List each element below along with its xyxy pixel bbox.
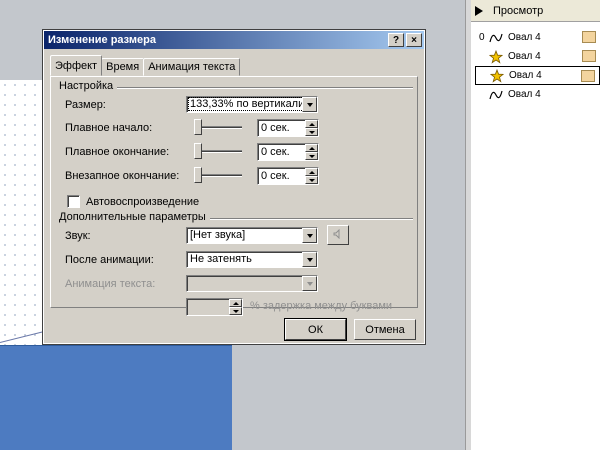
sound-dropdown-button[interactable]	[302, 228, 317, 243]
smooth-start-spinner[interactable]: 0 сек.	[257, 119, 319, 137]
text-animation-dropdown[interactable]	[186, 275, 318, 292]
motion-path-icon	[488, 31, 504, 45]
arrow-down-icon	[308, 178, 315, 182]
spin-down-button[interactable]	[229, 307, 242, 315]
dialog-title: Изменение размера	[48, 34, 156, 46]
dialog-title-bar[interactable]: Изменение размера ? ×	[44, 31, 424, 49]
timing-bar	[581, 70, 595, 82]
sound-volume-button[interactable]	[327, 225, 349, 245]
smooth-end-spinner[interactable]: 0 сек.	[257, 143, 319, 161]
smooth-end-value: 0 сек.	[261, 146, 290, 158]
settings-group-title: Настройка	[59, 80, 118, 92]
animation-item-1[interactable]: 0 Овал 4	[471, 28, 600, 47]
animation-item-3[interactable]: Овал 4	[475, 66, 600, 85]
size-value: 133,33% по вертикали	[187, 97, 307, 111]
after-animation-label: После анимации:	[65, 254, 154, 266]
chevron-down-icon	[306, 281, 313, 286]
chevron-down-icon	[306, 102, 313, 107]
autoreverse-checkbox[interactable]	[67, 195, 80, 208]
tab-effect[interactable]: Эффект	[50, 55, 103, 76]
close-button[interactable]: ×	[406, 33, 422, 47]
sudden-end-slider[interactable]	[194, 167, 202, 183]
size-dropdown-button[interactable]	[302, 97, 317, 112]
smooth-end-spin-buttons	[305, 144, 318, 160]
arrow-down-icon	[308, 154, 315, 158]
timing-bar	[582, 31, 596, 43]
motion-path-icon	[488, 88, 504, 102]
play-icon	[475, 5, 483, 16]
preview-toolbar: Просмотр	[471, 0, 600, 22]
arrow-up-icon	[308, 170, 315, 174]
smooth-start-label: Плавное начало:	[65, 122, 153, 134]
after-animation-dropdown-button[interactable]	[302, 252, 317, 267]
spin-up-button[interactable]	[229, 299, 242, 307]
settings-group-line	[103, 87, 413, 89]
spin-up-button[interactable]	[305, 120, 318, 128]
sound-value: [Нет звука]	[190, 229, 246, 241]
sudden-end-label: Внезапное окончание:	[65, 170, 180, 182]
help-button[interactable]: ?	[388, 33, 404, 47]
after-animation-value: Не затенять	[190, 253, 252, 265]
animation-label: Овал 4	[508, 32, 541, 43]
tab-timing[interactable]: Время	[101, 58, 145, 76]
animation-list: 0 Овал 4 Овал 4 Овал 4 Овал 4	[471, 22, 600, 104]
sudden-end-spin-buttons	[305, 168, 318, 184]
speaker-icon	[333, 228, 343, 242]
arrow-up-icon	[232, 301, 239, 305]
arrow-up-icon	[308, 122, 315, 126]
spin-down-button[interactable]	[305, 152, 318, 160]
animation-label: Овал 4	[508, 89, 541, 100]
arrow-up-icon	[308, 146, 315, 150]
extra-group-line	[205, 218, 413, 220]
letter-delay-spinner[interactable]	[186, 298, 243, 316]
spin-up-button[interactable]	[305, 144, 318, 152]
star-effect-icon	[488, 49, 504, 64]
letter-delay-label: % задержка между буквами	[250, 300, 393, 312]
sound-dropdown[interactable]: [Нет звука]	[186, 227, 318, 244]
after-animation-dropdown[interactable]: Не затенять	[186, 251, 318, 268]
slide-blue-shape[interactable]	[0, 345, 232, 450]
smooth-start-spin-buttons	[305, 120, 318, 136]
cancel-button[interactable]: Отмена	[354, 319, 416, 340]
arrow-down-icon	[232, 309, 239, 313]
animation-label: Овал 4	[509, 70, 542, 81]
smooth-start-slider[interactable]	[194, 119, 202, 135]
resize-effect-dialog: Изменение размера ? × Эффект Время Анима…	[42, 29, 426, 345]
motion-path-line	[0, 331, 43, 343]
sudden-end-spinner[interactable]: 0 сек.	[257, 167, 319, 185]
autoreverse-label: Автовоспроизведение	[86, 196, 200, 208]
spin-down-button[interactable]	[305, 128, 318, 136]
arrow-down-icon	[308, 130, 315, 134]
spin-down-button[interactable]	[305, 176, 318, 184]
timing-bar	[582, 50, 596, 62]
text-animation-label: Анимация текста:	[65, 278, 156, 290]
smooth-start-value: 0 сек.	[261, 122, 290, 134]
ok-button[interactable]: ОК	[284, 318, 347, 341]
star-effect-icon	[489, 68, 505, 83]
custom-animation-pane: Просмотр 0 Овал 4 Овал 4 Овал 4 Овал 4	[471, 0, 600, 450]
letter-delay-spin-buttons	[229, 299, 242, 315]
tab-text-animation[interactable]: Анимация текста	[143, 58, 241, 76]
preview-button[interactable]: Просмотр	[475, 5, 543, 17]
animation-item-2[interactable]: Овал 4	[471, 47, 600, 66]
chevron-down-icon	[306, 257, 313, 262]
text-animation-dropdown-button[interactable]	[302, 276, 317, 291]
smooth-end-label: Плавное окончание:	[65, 146, 170, 158]
smooth-end-slider[interactable]	[194, 143, 202, 159]
sound-label: Звук:	[65, 230, 91, 242]
effect-tab-panel: Настройка Размер: 133,33% по вертикали П…	[50, 76, 418, 316]
animation-number: 0	[479, 32, 485, 43]
chevron-down-icon	[306, 233, 313, 238]
tab-strip: Эффект Время Анимация текста	[50, 54, 424, 76]
animation-label: Овал 4	[508, 51, 541, 62]
size-label: Размер:	[65, 99, 106, 111]
spin-up-button[interactable]	[305, 168, 318, 176]
size-dropdown[interactable]: 133,33% по вертикали	[186, 96, 318, 113]
animation-item-4[interactable]: Овал 4	[471, 85, 600, 104]
sudden-end-value: 0 сек.	[261, 170, 290, 182]
extra-group-title: Дополнительные параметры	[59, 211, 210, 223]
title-buttons: ? ×	[388, 33, 422, 47]
preview-label: Просмотр	[493, 4, 544, 17]
